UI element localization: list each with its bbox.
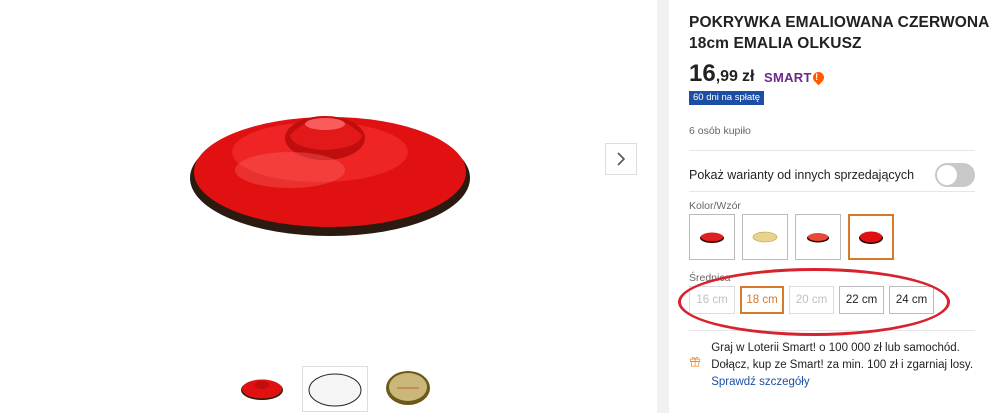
gift-icon xyxy=(690,357,701,367)
chevron-right-icon xyxy=(617,152,626,166)
variants-toggle[interactable] xyxy=(935,163,975,187)
size-option-18[interactable]: 18 cm xyxy=(740,286,784,314)
panel-divider xyxy=(657,0,669,413)
thumbnail-white[interactable] xyxy=(302,366,368,412)
size-option-24[interactable]: 24 cm xyxy=(889,286,934,314)
divider xyxy=(689,191,975,192)
size-options: 16 cm 18 cm 20 cm 22 cm 24 cm xyxy=(689,286,934,314)
smart-logo: SMART xyxy=(764,69,826,86)
thumbnail-cream[interactable] xyxy=(379,366,437,410)
variants-toggle-row: Pokaż warianty od innych sprzedających xyxy=(689,163,975,187)
price-currency: zł xyxy=(741,68,755,85)
divider xyxy=(689,330,975,331)
lottery-promo: Graj w Loterii Smart! o 100 000 zł lub s… xyxy=(689,340,979,391)
divider xyxy=(689,150,975,151)
color-option-red[interactable] xyxy=(689,214,735,260)
color-option-red-selected[interactable] xyxy=(848,214,894,260)
product-details-panel: POKRYWKA EMALIOWANA CZERWONA 18cm EMALIA… xyxy=(669,0,999,413)
promo-details-link[interactable]: Sprawdź szczegóły xyxy=(711,376,809,388)
thumbnail-strip xyxy=(233,366,437,412)
size-option-20[interactable]: 20 cm xyxy=(789,286,834,314)
gallery xyxy=(0,0,657,413)
size-section-label: Średnica xyxy=(689,272,731,284)
size-option-22[interactable]: 22 cm xyxy=(839,286,884,314)
promo-text: Graj w Loterii Smart! o 100 000 zł lub s… xyxy=(711,340,979,391)
variants-toggle-label: Pokaż warianty od innych sprzedających xyxy=(689,168,915,182)
color-section-label: Kolor/Wzór xyxy=(689,200,741,212)
product-title: POKRYWKA EMALIOWANA CZERWONA 18cm EMALIA… xyxy=(689,14,989,52)
installment-badge: 60 dni na spłatę xyxy=(689,91,765,105)
color-option-red-light[interactable] xyxy=(795,214,841,260)
smart-label: SMART xyxy=(764,70,812,85)
product-price: 16,99 zł xyxy=(689,60,754,88)
product-main-image[interactable] xyxy=(170,60,490,260)
size-option-16[interactable]: 16 cm xyxy=(689,286,735,314)
promo-body: Graj w Loterii Smart! o 100 000 zł lub s… xyxy=(711,342,974,371)
smart-icon xyxy=(810,69,826,86)
thumbnail-red[interactable] xyxy=(233,366,291,410)
price-integer: 16 xyxy=(689,60,716,87)
next-image-button[interactable] xyxy=(605,143,637,175)
color-swatches xyxy=(689,214,894,260)
buyers-count: 6 osób kupiło xyxy=(689,125,751,137)
price-decimal: ,99 xyxy=(715,68,738,85)
color-option-cream[interactable] xyxy=(742,214,788,260)
toggle-knob xyxy=(937,165,957,185)
